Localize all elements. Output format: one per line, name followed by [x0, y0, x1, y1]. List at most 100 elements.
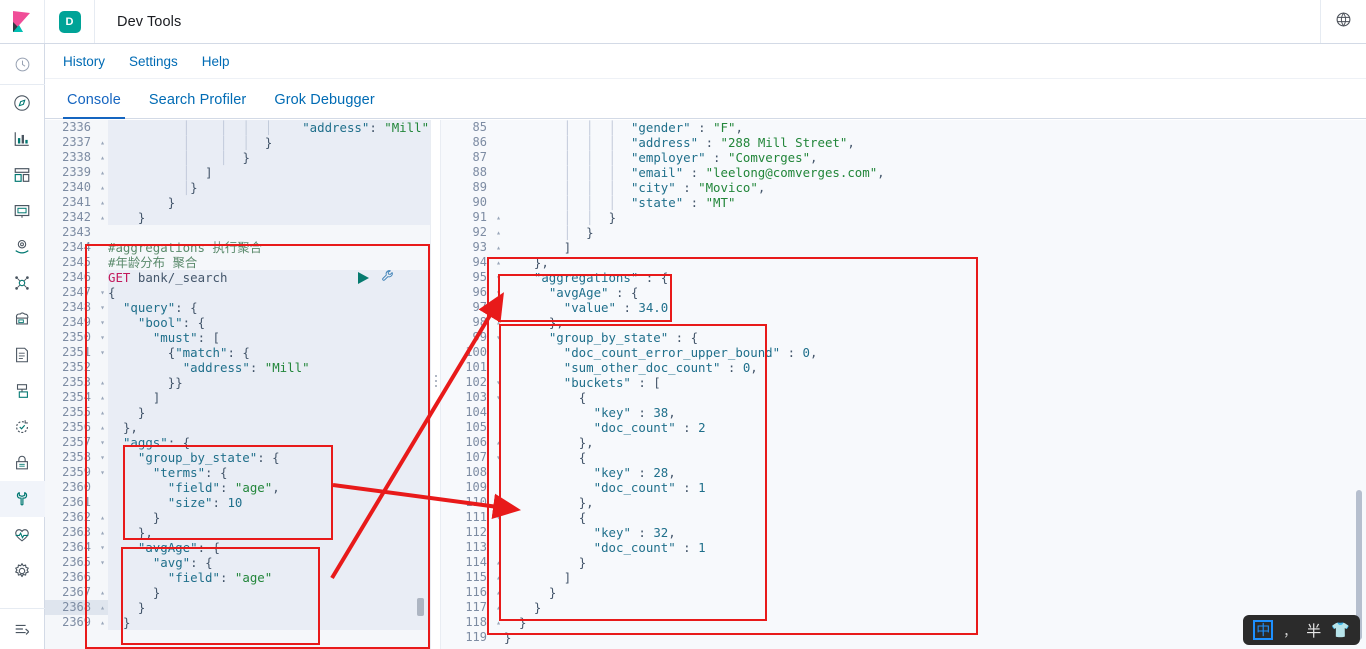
fold-toggle-icon[interactable]: ▾ — [97, 450, 108, 465]
rail-item-logs[interactable] — [0, 337, 45, 373]
code-line[interactable]: 2355 ▴ } — [45, 405, 430, 420]
fold-toggle-icon[interactable]: ▾ — [493, 390, 504, 405]
code-line[interactable]: 2364 ▾ "avgAge": { — [45, 540, 430, 555]
fold-toggle-icon[interactable]: ▾ — [97, 300, 108, 315]
fold-toggle-icon[interactable]: ▴ — [493, 555, 504, 570]
code-line[interactable]: 2347 ▾{ — [45, 285, 430, 300]
fold-toggle-icon[interactable]: ▾ — [97, 330, 108, 345]
response-viewer[interactable]: 85 │ │ │ "gender" : "F", 86 │ │ │ "addres… — [441, 120, 1366, 649]
fold-toggle-icon[interactable]: ▴ — [493, 255, 504, 270]
code-line[interactable]: 2366 "field": "age" — [45, 570, 430, 585]
fold-toggle-icon[interactable]: ▴ — [97, 135, 108, 150]
rail-item-visualize[interactable] — [0, 121, 45, 157]
code-line[interactable]: 2344 #aggregations 执行聚合 — [45, 240, 430, 255]
rail-item-canvas[interactable] — [0, 193, 45, 229]
kibana-logo[interactable] — [0, 0, 45, 43]
code-line[interactable]: 2360 "field": "age", — [45, 480, 430, 495]
fold-toggle-icon[interactable]: ▴ — [493, 225, 504, 240]
code-line[interactable]: 2350 ▾ "must": [ — [45, 330, 430, 345]
code-line[interactable]: 2349 ▾ "bool": { — [45, 315, 430, 330]
fold-toggle-icon[interactable]: ▾ — [97, 435, 108, 450]
fold-toggle-icon[interactable]: ▴ — [97, 195, 108, 210]
fold-toggle-icon[interactable]: ▴ — [493, 240, 504, 255]
fold-toggle-icon[interactable]: ▾ — [97, 285, 108, 300]
rail-item-dashboard[interactable] — [0, 157, 45, 193]
rail-item-machine-learning[interactable] — [0, 265, 45, 301]
rail-item-collapse[interactable] — [0, 609, 45, 649]
code-line[interactable]: 2338 ▴ │ │ } — [45, 150, 430, 165]
fold-toggle-icon[interactable]: ▴ — [493, 315, 504, 330]
code-line[interactable]: 2352 "address": "Mill" — [45, 360, 430, 375]
code-line[interactable]: 2363 ▴ }, — [45, 525, 430, 540]
rail-item-siem[interactable] — [0, 445, 45, 481]
ime-width-toggle[interactable]: 半 — [1306, 620, 1321, 641]
request-editor-code[interactable]: 2336 │ │ │ │ "address": "Mill" 2337 ▴ │ │ … — [45, 120, 430, 630]
code-line[interactable]: 2368 ▴ } — [45, 600, 430, 615]
fold-toggle-icon[interactable]: ▾ — [97, 465, 108, 480]
code-line[interactable]: 2342 ▴ } — [45, 210, 430, 225]
fold-toggle-icon[interactable]: ▴ — [97, 390, 108, 405]
fold-toggle-icon[interactable]: ▴ — [493, 210, 504, 225]
ime-status-bar[interactable]: 中 ， 半 👕 — [1243, 615, 1360, 645]
rail-item-management[interactable] — [0, 553, 45, 589]
code-line[interactable]: 2336 │ │ │ │ "address": "Mill" — [45, 120, 430, 135]
fold-toggle-icon[interactable]: ▴ — [493, 435, 504, 450]
code-line[interactable]: 2358 ▾ "group_by_state": { — [45, 450, 430, 465]
fold-toggle-icon[interactable]: ▴ — [97, 615, 108, 630]
code-line[interactable]: 2369 ▴ } — [45, 615, 430, 630]
code-line[interactable]: 2351 ▾ {"match": { — [45, 345, 430, 360]
code-line[interactable]: 2365 ▾ "avg": { — [45, 555, 430, 570]
request-editor-scrollbar[interactable] — [417, 598, 424, 616]
fold-toggle-icon[interactable]: ▾ — [493, 270, 504, 285]
fold-toggle-icon[interactable]: ▾ — [97, 555, 108, 570]
ime-mode-indicator[interactable]: 中 — [1253, 620, 1274, 640]
ime-punctuation-toggle[interactable]: ， — [1283, 621, 1296, 640]
fold-toggle-icon[interactable]: ▴ — [97, 405, 108, 420]
fold-toggle-icon[interactable]: ▾ — [493, 375, 504, 390]
wrench-icon[interactable] — [381, 269, 395, 286]
fold-toggle-icon[interactable]: ▴ — [97, 150, 108, 165]
rail-item-maps[interactable] — [0, 229, 45, 265]
code-line[interactable]: 2362 ▴ } — [45, 510, 430, 525]
fold-toggle-icon[interactable]: ▾ — [97, 540, 108, 555]
code-line[interactable]: 2361 "size": 10 — [45, 495, 430, 510]
fold-toggle-icon[interactable]: ▴ — [97, 420, 108, 435]
fold-toggle-icon[interactable]: ▴ — [493, 495, 504, 510]
run-play-icon[interactable] — [358, 271, 369, 284]
code-line[interactable]: 2367 ▴ } — [45, 585, 430, 600]
tab-grok-debugger[interactable]: Grok Debugger — [260, 92, 388, 118]
subnav-item-help[interactable]: Help — [190, 54, 242, 69]
code-line[interactable]: 2348 ▾ "query": { — [45, 300, 430, 315]
fold-toggle-icon[interactable]: ▴ — [493, 570, 504, 585]
pane-resize-handle[interactable] — [430, 120, 441, 649]
code-line[interactable]: 2353 ▴ }} — [45, 375, 430, 390]
tab-console[interactable]: Console — [53, 92, 135, 119]
fold-toggle-icon[interactable]: ▾ — [97, 345, 108, 360]
subnav-item-settings[interactable]: Settings — [117, 54, 190, 69]
fold-toggle-icon[interactable]: ▾ — [493, 510, 504, 525]
fold-toggle-icon[interactable]: ▾ — [493, 330, 504, 345]
fold-toggle-icon[interactable]: ▾ — [97, 315, 108, 330]
fold-toggle-icon[interactable]: ▴ — [97, 600, 108, 615]
fold-toggle-icon[interactable]: ▴ — [97, 165, 108, 180]
code-line[interactable]: 2356 ▴ }, — [45, 420, 430, 435]
rail-item-dev-tools[interactable] — [0, 481, 45, 517]
code-line[interactable]: 2343 — [45, 225, 430, 240]
code-line[interactable]: 2354 ▴ ] — [45, 390, 430, 405]
fold-toggle-icon[interactable]: ▾ — [493, 285, 504, 300]
code-line[interactable]: 2341 ▴ } — [45, 195, 430, 210]
fold-toggle-icon[interactable]: ▴ — [97, 210, 108, 225]
rail-item-discover[interactable] — [0, 85, 45, 121]
request-editor[interactable]: 2336 │ │ │ │ "address": "Mill" 2337 ▴ │ │ … — [45, 120, 430, 649]
code-line[interactable]: 2357 ▾ "aggs": { — [45, 435, 430, 450]
rail-item-monitoring[interactable] — [0, 517, 45, 553]
fold-toggle-icon[interactable]: ▴ — [493, 600, 504, 615]
code-line[interactable]: 2359 ▾ "terms": { — [45, 465, 430, 480]
code-line[interactable]: 2340 ▴ │ } — [45, 180, 430, 195]
fold-toggle-icon[interactable]: ▴ — [97, 375, 108, 390]
rail-item-apm[interactable] — [0, 373, 45, 409]
fold-toggle-icon[interactable]: ▴ — [97, 180, 108, 195]
shirt-icon[interactable]: 👕 — [1331, 621, 1350, 639]
rail-item-uptime[interactable] — [0, 409, 45, 445]
help-globe-icon[interactable] — [1335, 11, 1352, 33]
